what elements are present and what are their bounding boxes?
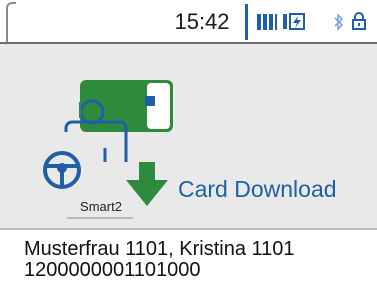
status-bar: 15:42	[0, 0, 377, 44]
card-download-label: Card Download	[178, 176, 337, 202]
signal-bars-icon	[256, 12, 278, 32]
driver-name: Musterfrau 1101, Kristina 1101	[24, 238, 295, 260]
device-name-label: Smart2	[80, 199, 122, 214]
lock-icon	[351, 11, 367, 31]
card-number: 1200000001101000	[24, 259, 201, 281]
status-bar-corner	[6, 2, 16, 42]
device-screen: 15:42 Card Download Smart2 Musterfrau 11…	[0, 0, 377, 285]
card-download-illustration	[40, 70, 180, 215]
battery-charging-icon	[282, 11, 306, 33]
status-divider	[245, 4, 248, 40]
bluetooth-icon	[333, 13, 345, 31]
device-name-underline	[67, 217, 133, 219]
card-icon	[79, 80, 173, 132]
steering-wheel-icon	[43, 151, 81, 189]
clock-time: 15:42	[174, 9, 230, 34]
